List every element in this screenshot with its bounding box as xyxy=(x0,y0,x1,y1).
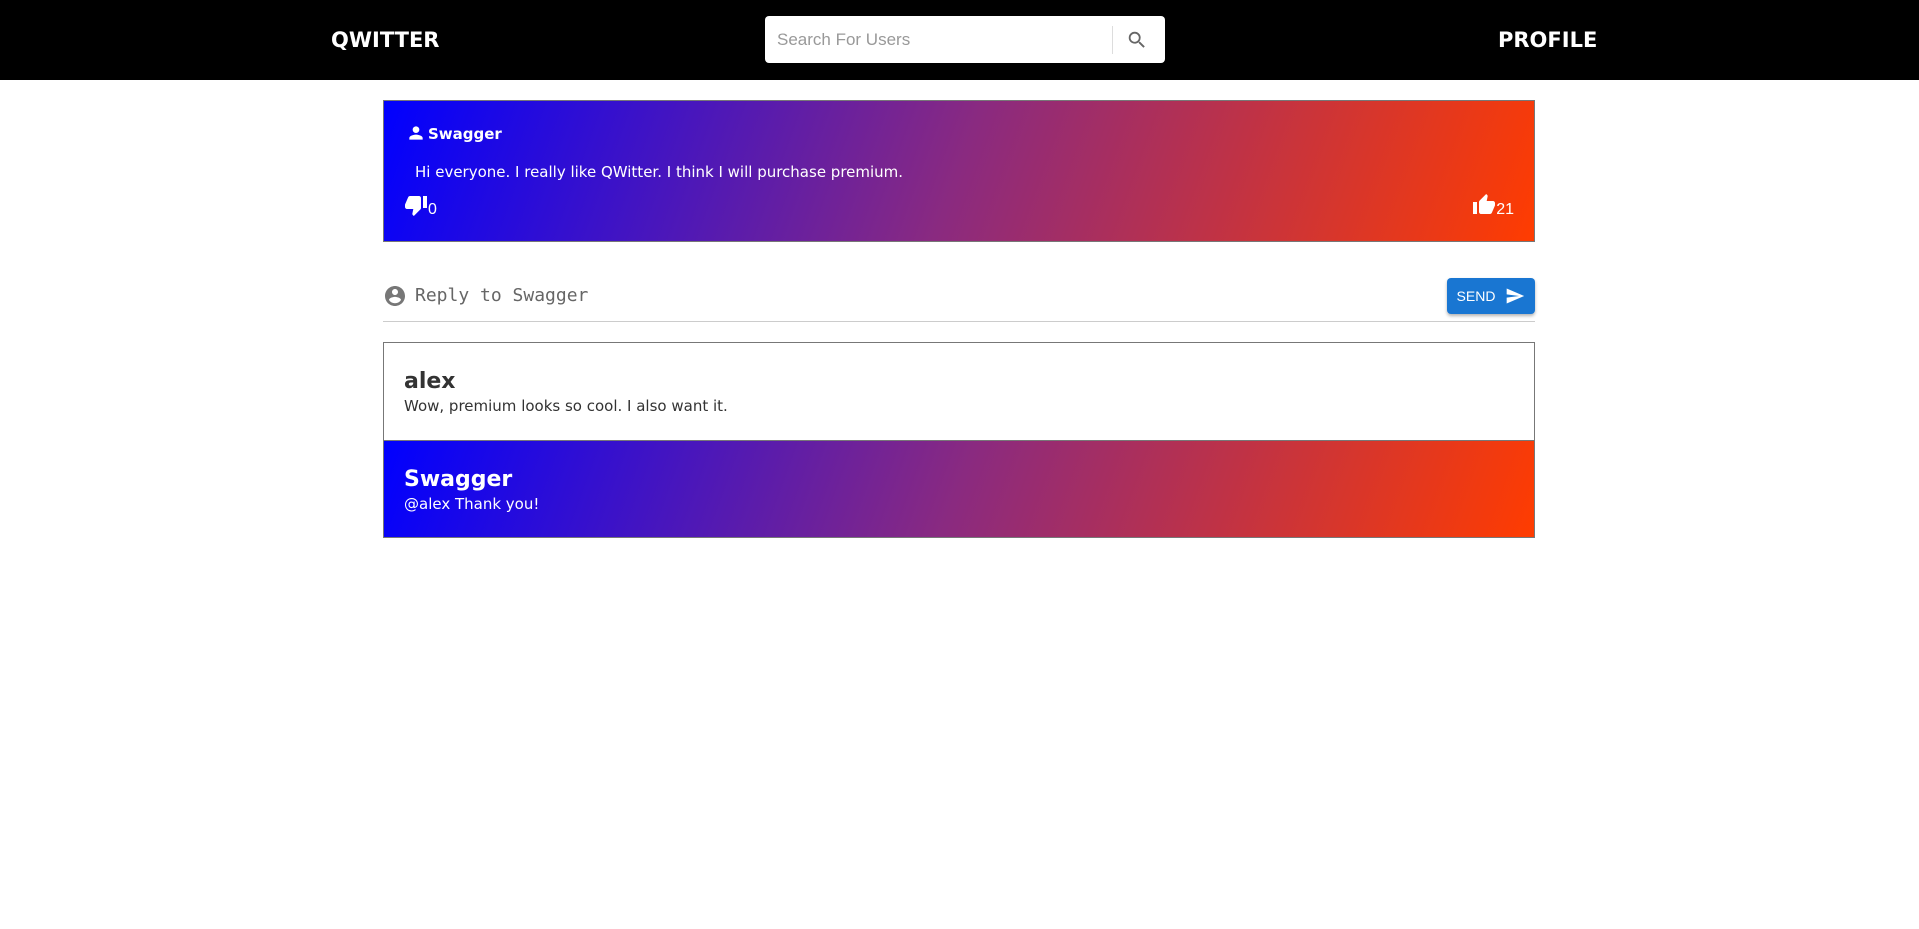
comment-text: Wow, premium looks so cool. I also want … xyxy=(404,397,728,415)
dislike-count: 0 xyxy=(428,201,437,218)
like-button[interactable]: 21 xyxy=(1472,193,1514,218)
comment-author[interactable]: Swagger xyxy=(404,467,1514,492)
thumbs-up-icon xyxy=(1473,194,1496,214)
brand-logo[interactable]: QWITTER xyxy=(331,28,439,52)
search-icon xyxy=(1128,31,1145,48)
thumbs-down-icon xyxy=(405,196,427,216)
comment-item: alex Wow, premium looks so cool. I also … xyxy=(384,343,1534,440)
comment-item-premium: Swagger @alex Thank you! xyxy=(384,440,1534,537)
post-card: Swagger Hi everyone. I really like QWitt… xyxy=(383,100,1535,242)
profile-link[interactable]: PROFILE xyxy=(1498,28,1597,52)
account-circle-icon xyxy=(385,286,405,306)
send-button[interactable]: SEND xyxy=(1447,278,1535,314)
send-icon xyxy=(1507,288,1525,304)
search-box xyxy=(765,16,1165,63)
divider xyxy=(1112,26,1113,54)
person-icon xyxy=(409,126,423,140)
search-input[interactable] xyxy=(777,16,1107,63)
search-button[interactable] xyxy=(1121,24,1153,56)
top-navbar: QWITTER PROFILE xyxy=(0,0,1919,80)
send-label: SEND xyxy=(1456,288,1496,304)
like-count: 21 xyxy=(1496,201,1514,218)
author-name[interactable]: Swagger xyxy=(428,125,502,143)
comment-author[interactable]: alex xyxy=(404,369,1514,394)
post-text: Hi everyone. I really like QWitter. I th… xyxy=(415,163,904,181)
comment-text: @alex Thank you! xyxy=(404,495,540,513)
reply-input[interactable] xyxy=(415,280,1215,310)
reply-form: SEND xyxy=(383,272,1535,322)
post-author: Swagger xyxy=(406,123,502,143)
dislike-button[interactable]: 0 xyxy=(404,193,437,218)
comment-list: alex Wow, premium looks so cool. I also … xyxy=(383,342,1535,538)
